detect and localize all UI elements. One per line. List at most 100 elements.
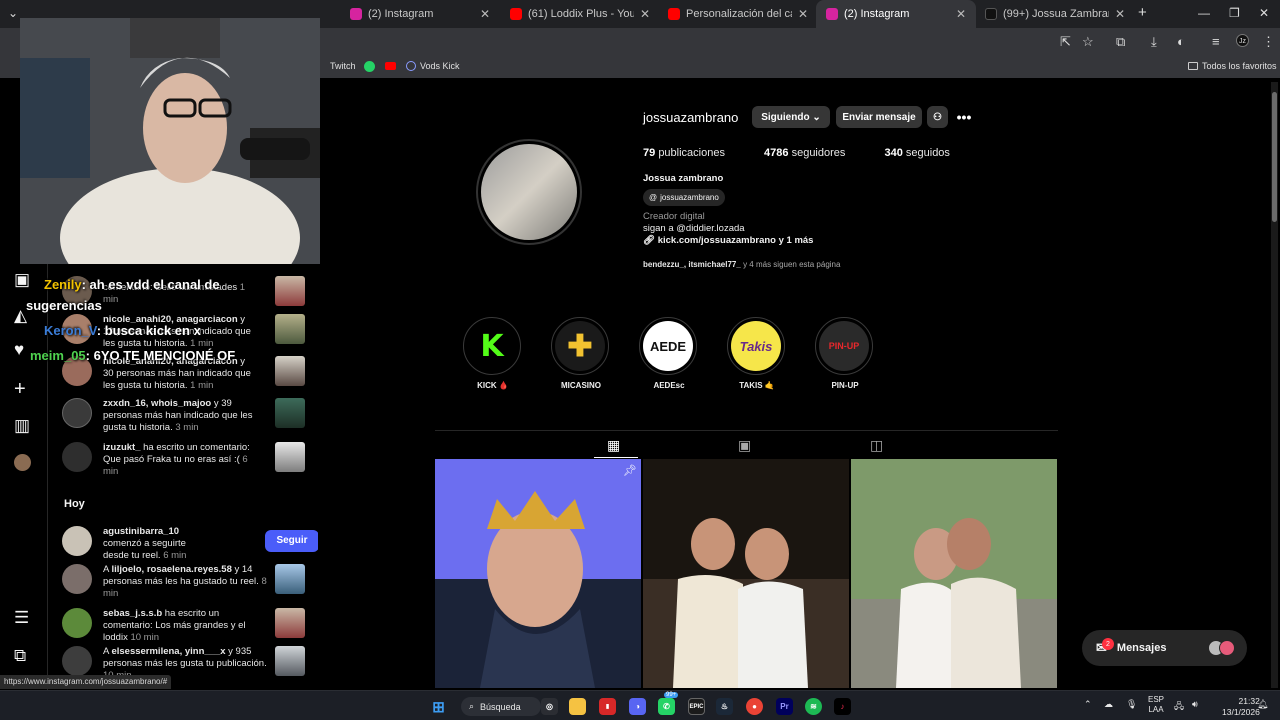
reels-icon[interactable]: ▣	[14, 270, 30, 290]
profile-link[interactable]: 🔗︎ kick.com/jossuazambrano y 1 más	[643, 235, 813, 246]
close-tab-icon[interactable]: ✕	[480, 7, 490, 21]
chrome-icon[interactable]: ●	[746, 698, 763, 715]
followers-count[interactable]: 4786 seguidores	[764, 147, 863, 159]
user-avatar-icon[interactable]: Jz	[1236, 34, 1249, 47]
story-highlight[interactable]: ✚ MICASINO	[551, 317, 611, 390]
story-highlight[interactable]: PIN-UP PIN-UP	[815, 317, 875, 390]
chat-username: Keron_V	[44, 323, 97, 338]
browser-tab[interactable]: (99+) Jossua Zambrano (@srjos ✕	[975, 0, 1135, 28]
browser-tab-active[interactable]: (2) Instagram ✕	[816, 0, 976, 28]
whatsapp-icon[interactable]	[364, 61, 375, 72]
notification-user[interactable]: liljoelo, rosaelena.reyes.58	[111, 564, 231, 575]
steam-client-icon[interactable]: ♨	[716, 698, 733, 715]
browser-tab[interactable]: (2) Instagram ✕	[340, 0, 500, 28]
story-thumbnail[interactable]	[275, 398, 305, 428]
close-window-icon[interactable]: ✕	[1259, 6, 1269, 20]
create-plus-icon[interactable]: +	[14, 378, 26, 401]
downloads-icon[interactable]: ⤓	[1151, 34, 1157, 50]
send-message-button[interactable]: Enviar mensaje	[836, 106, 922, 128]
restore-icon[interactable]: ❐	[1229, 6, 1240, 20]
whatsapp-taskbar-icon[interactable]: ✆	[658, 698, 675, 715]
notification-user[interactable]: zxxdn_16, whois_majoo	[103, 398, 211, 409]
onedrive-icon[interactable]: ☁	[1104, 699, 1113, 710]
tagged-tab-icon[interactable]: ◫	[870, 437, 883, 454]
new-tab-icon[interactable]: +	[1138, 4, 1147, 21]
file-explorer-icon[interactable]	[569, 698, 586, 715]
threads-badge[interactable]: @ jossuazambrano	[643, 189, 725, 206]
posts-grid-icon[interactable]: ▦	[607, 437, 620, 454]
followed-by-note[interactable]: bendezzu_, itsmichael77_ y 4 más siguen …	[643, 260, 840, 269]
all-bookmarks[interactable]: Todos los favoritos	[1188, 61, 1277, 71]
cast-icon[interactable]: ⇱	[1060, 34, 1071, 50]
voice-app-icon[interactable]: ▮	[599, 698, 616, 715]
post-thumbnail[interactable]	[275, 608, 305, 638]
system-clock[interactable]: 21:32 13/1/2026	[1222, 696, 1260, 718]
browser-tab[interactable]: (61) Loddix Plus - YouTube ✕	[500, 0, 660, 28]
notification-user[interactable]: sebas_j.s.s.b	[103, 608, 162, 619]
profile-avatar[interactable]	[476, 139, 582, 245]
steam-icon[interactable]: ◎	[541, 698, 558, 715]
active-tab-indicator	[594, 457, 638, 458]
more-options-icon[interactable]: •••	[954, 106, 974, 128]
bookmark-star-icon[interactable]: ☆	[1082, 34, 1094, 50]
youtube-icon	[510, 8, 522, 20]
volume-icon[interactable]: 🔊︎	[1192, 699, 1198, 710]
taskbar-search[interactable]: ⌕ Búsqueda	[461, 697, 541, 716]
tray-chevron-icon[interactable]: ⌃	[1084, 699, 1092, 710]
chat-message: Zenily: ah es vdd el canal de	[44, 277, 220, 292]
reel-thumbnail[interactable]	[275, 564, 305, 594]
close-tab-icon[interactable]: ✕	[640, 7, 650, 21]
story-highlight[interactable]: Takis TAKIS 🤙	[727, 317, 787, 390]
post-thumbnail[interactable]	[275, 276, 305, 306]
bookmark-twitch[interactable]: Twitch	[330, 61, 356, 71]
close-tab-icon[interactable]: ✕	[798, 7, 808, 21]
profile-sync-icon[interactable]: ◐	[1177, 34, 1185, 49]
story-highlight[interactable]: AEDE AEDEsc	[639, 317, 699, 390]
menu-hamburger-icon[interactable]: ☰	[14, 608, 29, 628]
heart-icon[interactable]: ♥	[14, 340, 24, 360]
story-highlight[interactable]: K KICK 🩸	[463, 317, 523, 390]
tiktok-taskbar-icon[interactable]: ♪	[834, 698, 851, 715]
windows-start-icon[interactable]: ⊞	[430, 698, 447, 716]
reading-list-icon[interactable]: ≡	[1212, 34, 1220, 49]
tab-search-icon[interactable]: ⌄	[8, 6, 18, 20]
discord-icon[interactable]: ◑	[629, 698, 646, 715]
post-thumbnail-pinned[interactable]: 📌︎	[435, 459, 641, 688]
spotify-icon[interactable]: ≋	[805, 698, 822, 715]
reels-tab-icon[interactable]: ▣	[738, 437, 751, 454]
input-language[interactable]: ESP LAA	[1148, 695, 1164, 715]
premiere-icon[interactable]: Pr	[776, 698, 793, 715]
notification-user[interactable]: elsessermilena, yinn___x	[111, 646, 225, 657]
notifications-bell-icon[interactable]: 🔔︎	[1257, 699, 1268, 710]
following-count[interactable]: 340 seguidos	[884, 147, 967, 159]
notification-user[interactable]: izuzukt_	[103, 442, 140, 453]
browser-menu-icon[interactable]: ⋮	[1262, 34, 1275, 50]
microphone-icon[interactable]: 🎙︎	[1126, 699, 1137, 710]
post-thumbnail[interactable]	[275, 442, 305, 472]
browser-tab[interactable]: Personalización del canal - You ✕	[658, 0, 818, 28]
section-heading-today: Hoy	[64, 498, 85, 510]
meta-apps-icon[interactable]: ⧉	[14, 646, 26, 666]
notification-time: 10 min	[130, 632, 159, 643]
youtube-bookmark-icon[interactable]	[385, 61, 396, 70]
extensions-icon[interactable]: ⧉	[1116, 34, 1125, 50]
profile-avatar-icon[interactable]	[14, 454, 31, 471]
add-person-icon[interactable]: ⚇	[927, 106, 948, 128]
epic-games-icon[interactable]: EPIC	[688, 698, 705, 715]
following-button[interactable]: Siguiendo ⌄	[752, 106, 830, 128]
scrollbar-thumb[interactable]	[1272, 92, 1277, 222]
post-thumbnail[interactable]	[643, 459, 849, 688]
highlight-label: AEDEsc	[653, 381, 685, 390]
post-thumbnail[interactable]	[851, 459, 1057, 688]
story-thumbnail[interactable]	[275, 356, 305, 386]
post-thumbnail[interactable]	[275, 646, 305, 676]
story-thumbnail[interactable]	[275, 314, 305, 344]
dashboard-icon[interactable]: ▥	[14, 416, 30, 436]
follow-button[interactable]: Seguir	[265, 530, 318, 552]
network-icon[interactable]: 🖧︎	[1174, 699, 1184, 715]
minimize-icon[interactable]: —	[1198, 6, 1210, 20]
notification-user[interactable]: agustinibarra_10	[103, 526, 179, 537]
close-tab-icon[interactable]: ✕	[1115, 7, 1125, 21]
bookmark-vods-kick[interactable]: Vods Kick	[406, 61, 460, 71]
close-tab-icon[interactable]: ✕	[956, 7, 966, 21]
